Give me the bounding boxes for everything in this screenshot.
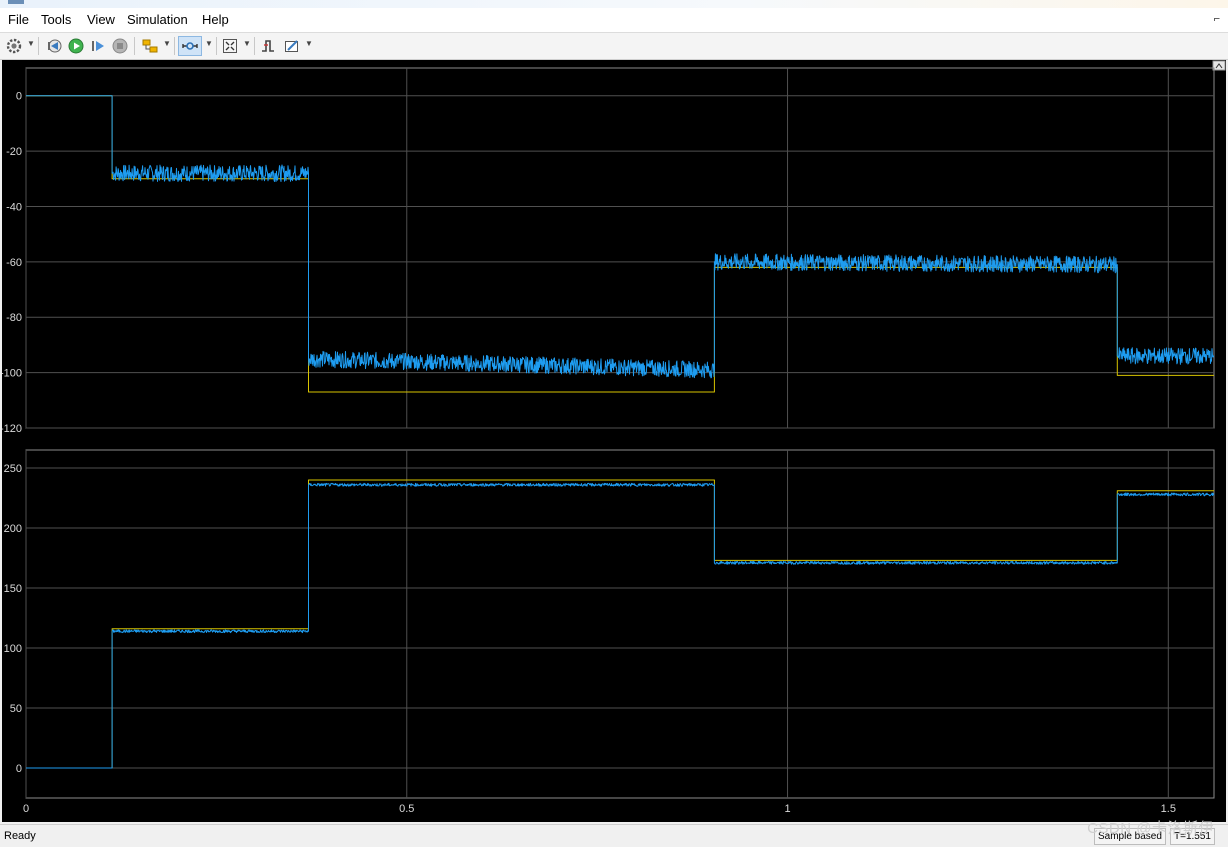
scope-display: 0 -20 -40 -60 -80 -100 -120 0 0.5 1 1.5 0 50 100 150 20… bbox=[0, 60, 1226, 822]
settings-dropdown-icon[interactable]: ▼ bbox=[27, 39, 35, 48]
x-tick-label-1-0: 0 bbox=[23, 803, 29, 815]
toolbar-separator bbox=[254, 37, 255, 55]
run-icon[interactable] bbox=[66, 36, 86, 56]
y-tick-label-1-2: 100 bbox=[4, 643, 22, 655]
y-tick-label-1-5: 250 bbox=[4, 463, 22, 475]
series-line-1-1 bbox=[26, 482, 1215, 769]
triggers-icon[interactable] bbox=[258, 36, 278, 56]
step-forward-icon[interactable] bbox=[88, 36, 108, 56]
status-ready: Ready bbox=[4, 830, 36, 842]
y-tick-label-1-1: 50 bbox=[10, 703, 22, 715]
y-tick-label-0-3: -60 bbox=[6, 257, 22, 269]
status-bar: Ready Sample based T=1.551 bbox=[0, 824, 1228, 847]
series-line-0-1 bbox=[26, 95, 1215, 379]
stop-icon[interactable] bbox=[110, 36, 130, 56]
x-tick-label-1-3: 1.5 bbox=[1161, 803, 1176, 815]
menu-tools[interactable]: Tools bbox=[41, 12, 71, 27]
highlight-icon[interactable] bbox=[139, 36, 161, 56]
window-title-strip bbox=[0, 0, 1228, 8]
watermark: CSDN @卡洛斯伊 bbox=[1087, 820, 1214, 837]
toolbar-separator bbox=[38, 37, 39, 55]
measurement-dropdown-icon[interactable]: ▼ bbox=[305, 39, 313, 48]
fit-to-view-icon[interactable] bbox=[220, 36, 240, 56]
y-tick-label-0-4: -80 bbox=[6, 312, 22, 324]
toolbar-separator bbox=[134, 37, 135, 55]
x-tick-label-1-2: 1 bbox=[784, 803, 790, 815]
scope-window-button[interactable] bbox=[1212, 60, 1226, 71]
menu-view[interactable]: View bbox=[87, 12, 115, 27]
y-tick-label-1-4: 200 bbox=[4, 523, 22, 535]
y-tick-label-0-2: -40 bbox=[6, 201, 22, 213]
x-tick-label-1-1: 0.5 bbox=[399, 803, 414, 815]
toolbar: ▼ ▼ ▼ ▼ ▼ bbox=[0, 33, 1228, 60]
y-tick-label-0-5: -100 bbox=[2, 368, 22, 380]
scope-axes[interactable]: 0 -20 -40 -60 -80 -100 -120 0 0.5 1 1.5 0 50 100 150 20… bbox=[0, 60, 1226, 822]
y-tick-label-1-0: 0 bbox=[16, 763, 22, 775]
gear-icon[interactable] bbox=[4, 36, 24, 56]
menu-help[interactable]: Help bbox=[202, 12, 229, 27]
series-line-0-0 bbox=[26, 95, 1214, 393]
fit-dropdown-icon[interactable]: ▼ bbox=[243, 39, 251, 48]
undock-icon[interactable]: ⌐ bbox=[1214, 13, 1220, 25]
y-tick-label-0-0: 0 bbox=[16, 91, 22, 103]
window-icon bbox=[8, 0, 24, 4]
highlight-dropdown-icon[interactable]: ▼ bbox=[163, 39, 171, 48]
menu-bar: File Tools View Simulation Help ⌐ bbox=[0, 8, 1228, 33]
toolbar-separator bbox=[174, 37, 175, 55]
menu-simulation[interactable]: Simulation bbox=[127, 12, 188, 27]
y-tick-label-0-6: -120 bbox=[2, 423, 22, 435]
y-tick-label-1-3: 150 bbox=[4, 583, 22, 595]
toolbar-separator bbox=[216, 37, 217, 55]
y-tick-label-0-1: -20 bbox=[6, 146, 22, 158]
zoom-dropdown-icon[interactable]: ▼ bbox=[205, 39, 213, 48]
measurement-icon[interactable] bbox=[282, 36, 302, 56]
series-line-1-0 bbox=[26, 479, 1214, 769]
zoom-icon[interactable] bbox=[178, 36, 202, 56]
menu-file[interactable]: File bbox=[8, 12, 29, 27]
axes-frame-1 bbox=[25, 449, 1215, 799]
step-back-icon[interactable] bbox=[44, 36, 64, 56]
